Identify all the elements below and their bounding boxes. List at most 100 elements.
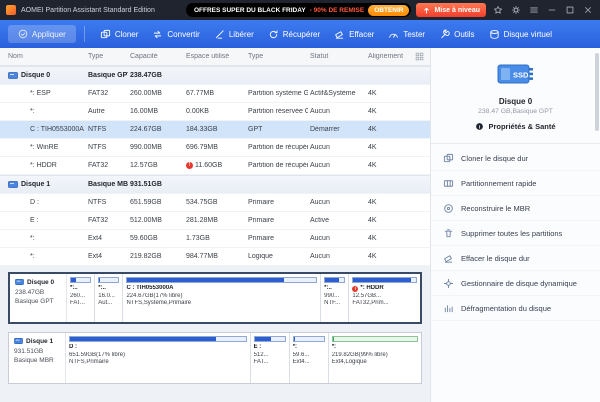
row-capacity: 59.60GB — [128, 235, 184, 242]
disk-info[interactable]: Disque 0 238.47GB Basique GPT — [10, 274, 67, 322]
usage-bar — [332, 336, 418, 342]
row-capacity: 260.00MB — [128, 90, 184, 97]
minimize-button[interactable] — [545, 4, 558, 17]
partition-row-[interactable]: *: Autre 16.00MB ! 0.00KB Partition rése… — [0, 103, 430, 121]
disk-info[interactable]: Disque 1 931.51GB Basique MBR — [9, 333, 66, 383]
sidebar-action-effacer-le-disque-dur[interactable]: Effacer le disque dur — [431, 246, 600, 271]
partition-block-[interactable]: ! *:.. 260... FAT... — [67, 274, 95, 322]
partition-fs: FAT... — [70, 300, 91, 308]
row-status: Aucun — [308, 144, 366, 151]
row-capacity: 12.57GB — [128, 162, 184, 169]
disk-block-disque-1[interactable]: Disque 1 931.51GB Basique MBR ! D : 651.… — [8, 332, 422, 384]
disk-row-disque-1[interactable]: Disque 1 Basique MBR 931.51GB ! — [0, 175, 430, 194]
column-header-type-1[interactable]: Type — [86, 53, 128, 60]
row-used-space: 1.73GB — [186, 235, 210, 242]
row-alignment: 4K — [366, 199, 408, 206]
app-logo-icon — [6, 5, 16, 15]
partition-row-hddr[interactable]: *: HDDR FAT32 12.57GB ! 11.60GB Partitio… — [0, 157, 430, 175]
column-header-alignement-6[interactable]: Alignement — [366, 53, 408, 60]
warning-icon: ! — [186, 162, 193, 169]
sidebar-action-cloner-le-disque-dur[interactable]: Cloner le disque dur — [431, 146, 600, 171]
apply-button[interactable]: Appliquer — [8, 25, 76, 43]
toolbar-item-convertir[interactable]: Convertir — [145, 20, 206, 48]
toolbar-item-recuperer[interactable]: Récupérer — [261, 20, 327, 48]
partition-row-d[interactable]: D : NTFS 651.59GB ! 534.75GB Primaire Au… — [0, 194, 430, 212]
sidebar-action-partitionnement-rapide[interactable]: Partitionnement rapide — [431, 171, 600, 196]
partition-block-hddr[interactable]: ! *: HDDR 12.57GB... FAT32,Prim... — [349, 274, 420, 322]
column-header-espace-utilise-3[interactable]: Espace utilisé — [184, 53, 246, 60]
partition-row-e[interactable]: E : FAT32 512.00MB ! 281.28MB Primaire A… — [0, 212, 430, 230]
app-title: AOMEI Partition Assistant Standard Editi… — [21, 7, 155, 14]
row-name: *: — [30, 253, 35, 260]
toolbar-item-effacer[interactable]: Effacer — [327, 20, 381, 48]
menu-icon[interactable] — [527, 4, 540, 17]
row-status: Aucun — [308, 253, 366, 260]
toolbar-items: Cloner Convertir Libérer Récupérer Effac… — [93, 20, 559, 48]
partition-name: *:.. — [98, 285, 106, 293]
partition-block-c-tih0553000a[interactable]: ! C : TIH0553000A 224.67GB(17% libre) NT… — [123, 274, 321, 322]
partition-fs: FAT32,Prim... — [352, 300, 417, 308]
partition-block-e[interactable]: ! E : 512... FAT... — [251, 333, 290, 383]
upgrade-button[interactable]: Mise à niveau — [416, 3, 486, 17]
gear-icon[interactable] — [509, 4, 522, 17]
row-partition-type: Primaire — [246, 217, 308, 224]
convert-icon — [152, 29, 163, 40]
sidebar-action-supprimer-toutes-les-partitions[interactable]: Supprimer toutes les partitions — [431, 221, 600, 246]
properties-health-button[interactable]: i Propriétés & Santé — [439, 122, 592, 131]
row-alignment: 4K — [366, 162, 408, 169]
disk-row-disque-0[interactable]: Disque 0 Basique GPT 238.47GB ! — [0, 66, 430, 85]
sidebar-action-reconstruire-le-mbr[interactable]: Reconstruire le MBR — [431, 196, 600, 221]
toolbar-item-tester[interactable]: Tester — [381, 20, 432, 48]
column-header-statut-5[interactable]: Statut — [308, 53, 366, 60]
up-arrow-icon — [422, 6, 431, 15]
row-used-space: 281.28MB — [186, 217, 218, 224]
disk-block-disque-0[interactable]: Disque 0 238.47GB Basique GPT ! *:.. 260… — [8, 272, 422, 324]
star-icon[interactable] — [491, 4, 504, 17]
toolbar-item-liberer[interactable]: Libérer — [207, 20, 261, 48]
toolbar-item-outils[interactable]: Outils — [432, 20, 481, 48]
partition-row-esp[interactable]: *: ESP FAT32 260.00MB ! 67.77MB Partitio… — [0, 85, 430, 103]
partition-block-[interactable]: ! *:.. 990... NTF... — [321, 274, 349, 322]
close-button[interactable] — [581, 4, 594, 17]
row-used-space: 984.77MB — [186, 253, 218, 260]
partition-block-d[interactable]: ! D : 651.59GB(17% libre) NTFS,Primaire — [66, 333, 251, 383]
partition-block-[interactable]: ! *: 219.82GB(99% libre) Ext4,Logique — [329, 333, 421, 383]
partition-size: 12.57GB... — [352, 293, 417, 301]
clone-icon — [100, 29, 111, 40]
maximize-button[interactable] — [563, 4, 576, 17]
row-partition-type: Partition réservée GPT, Mi... — [246, 108, 308, 115]
column-header-nom-0[interactable]: Nom — [0, 53, 86, 60]
partition-name: *:.. — [70, 285, 78, 293]
sidebar-scrollbar[interactable] — [595, 53, 599, 131]
disk-map-size: 931.51GB — [14, 348, 60, 355]
partition-row-c-tih0553000a[interactable]: C : TIH0553000A NTFS 224.67GB ! 184.33GB… — [0, 121, 430, 139]
row-filesystem: FAT32 — [86, 217, 128, 224]
row-alignment: 4K — [366, 126, 408, 133]
row-capacity: 931.51GB — [128, 181, 184, 188]
sidebar-action-defragmentation-du-disque[interactable]: Défragmentation du disque — [431, 296, 600, 321]
column-header-type-4[interactable]: Type — [246, 53, 308, 60]
partition-row-[interactable]: *: Ext4 219.82GB ! 984.77MB Logique Aucu… — [0, 248, 430, 266]
partition-block-[interactable]: ! *:.. 16.0... Aut... — [95, 274, 123, 322]
promo-cta-button[interactable]: OBTENIR — [368, 5, 409, 16]
disk-map-scheme: Basique GPT — [15, 298, 61, 305]
row-partition-type: Logique — [246, 253, 308, 260]
partition-name: *: — [293, 344, 297, 352]
app-window: AOMEI Partition Assistant Standard Editi… — [0, 0, 600, 402]
partition-row-winre[interactable]: *: WinRE NTFS 990.00MB ! 696.79MB Partit… — [0, 139, 430, 157]
promo-text: OFFRES SUPER DU BLACK FRIDAY — [194, 7, 306, 14]
partition-size: 990... — [324, 293, 345, 301]
usage-bar — [69, 336, 247, 342]
row-name: *: — [30, 108, 35, 115]
disk-map-scheme: Basique MBR — [14, 357, 60, 364]
column-settings-icon[interactable] — [415, 52, 424, 61]
column-header-capacite-2[interactable]: Capacité — [128, 53, 184, 60]
promo-banner[interactable]: OFFRES SUPER DU BLACK FRIDAY - 90% DE RE… — [186, 3, 412, 17]
partition-block-[interactable]: ! *: 59.6... Ext4... — [290, 333, 329, 383]
toolbar-item-disque-virtuel[interactable]: Disque virtuel — [482, 20, 559, 48]
partition-size: 219.82GB(99% libre) — [332, 352, 418, 360]
toolbar-item-cloner[interactable]: Cloner — [93, 20, 146, 48]
row-alignment: 4K — [366, 253, 408, 260]
sidebar-action-gestionnaire-de-disque-dynamique[interactable]: Gestionnaire de disque dynamique — [431, 271, 600, 296]
partition-row-[interactable]: *: Ext4 59.60GB ! 1.73GB Primaire Aucun … — [0, 230, 430, 248]
